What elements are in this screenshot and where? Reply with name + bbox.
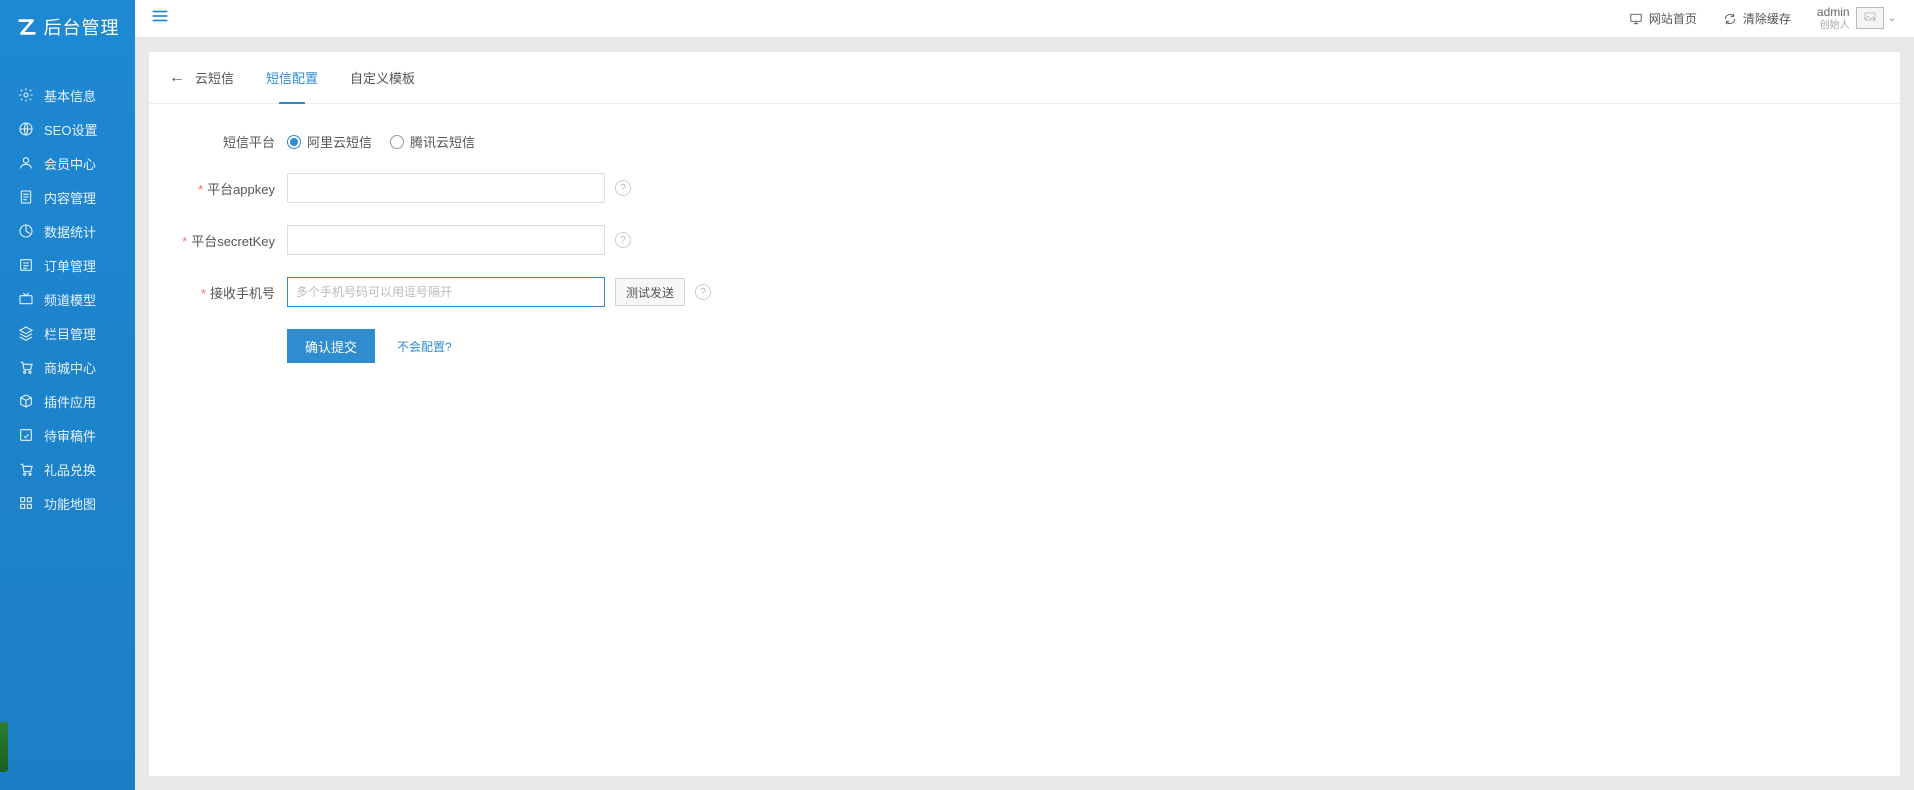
radio-dot-icon xyxy=(287,135,301,149)
form-row-appkey: *平台appkey ? xyxy=(179,173,1870,203)
topbar-clear-cache[interactable]: 清除缓存 xyxy=(1723,10,1791,27)
tab-label: 短信配置 xyxy=(266,68,318,87)
tab-custom-template[interactable]: 自定义模板 xyxy=(334,52,431,104)
radio-label: 腾讯云短信 xyxy=(410,132,475,151)
box-icon xyxy=(18,393,34,409)
content-panel: ← 云短信 短信配置 自定义模板 短信平台 xyxy=(149,52,1900,776)
help-icon[interactable]: ? xyxy=(615,180,631,196)
sidebar-item-label: 内容管理 xyxy=(44,188,96,207)
refresh-icon xyxy=(1723,12,1737,26)
topbar-home-link[interactable]: 网站首页 xyxy=(1629,10,1697,27)
globe-icon xyxy=(18,121,34,137)
sms-config-form: 短信平台 阿里云短信 腾讯云短信 *平台appkey xyxy=(149,104,1900,413)
list-icon xyxy=(18,257,34,273)
sidebar-item-label: 频道模型 xyxy=(44,290,96,309)
topbar-home-label: 网站首页 xyxy=(1649,10,1697,27)
edit-icon xyxy=(18,427,34,443)
sidebar-item-basic-info[interactable]: 基本信息 xyxy=(0,78,135,112)
submit-button[interactable]: 确认提交 xyxy=(287,329,375,363)
sidebar-item-seo[interactable]: SEO设置 xyxy=(0,112,135,146)
radio-aliyun[interactable]: 阿里云短信 xyxy=(287,132,372,151)
sidebar-item-label: 基本信息 xyxy=(44,86,96,105)
grid-icon xyxy=(18,495,34,511)
perf-widget xyxy=(0,722,8,772)
platform-label: 短信平台 xyxy=(179,132,287,151)
sidebar-item-sitemap[interactable]: 功能地图 xyxy=(0,486,135,520)
appkey-label: *平台appkey xyxy=(179,179,287,198)
topbar: 网站首页 清除缓存 admin 创始人 ⌄ xyxy=(135,0,1914,38)
sidebar-item-orders[interactable]: 订单管理 xyxy=(0,248,135,282)
layers-icon xyxy=(18,325,34,341)
hamburger-icon[interactable] xyxy=(145,3,175,34)
chart-icon xyxy=(18,223,34,239)
brand-logo[interactable]: 后台管理 xyxy=(0,0,135,54)
form-row-phone: *接收手机号 测试发送 ? xyxy=(179,277,1870,307)
sidebar-item-label: 会员中心 xyxy=(44,154,96,173)
sidebar-item-content[interactable]: 内容管理 xyxy=(0,180,135,214)
sidebar-item-shop[interactable]: 商城中心 xyxy=(0,350,135,384)
secret-input[interactable] xyxy=(287,225,605,255)
radio-dot-icon xyxy=(390,135,404,149)
sidebar-item-channel[interactable]: 频道模型 xyxy=(0,282,135,316)
test-send-button[interactable]: 测试发送 xyxy=(615,278,685,306)
form-row-secret: *平台secretKey ? xyxy=(179,225,1870,255)
user-role: 创始人 xyxy=(1817,20,1850,32)
phone-input[interactable] xyxy=(287,277,605,307)
panel-tabs: ← 云短信 短信配置 自定义模板 xyxy=(149,52,1900,104)
sidebar: 后台管理 基本信息 SEO设置 会员中心 内容管理 数据统计 xyxy=(0,0,135,790)
sidebar-item-label: 礼品兑换 xyxy=(44,460,96,479)
topbar-clear-cache-label: 清除缓存 xyxy=(1743,10,1791,27)
tab-sms-config[interactable]: 短信配置 xyxy=(250,52,334,104)
sidebar-item-plugins[interactable]: 插件应用 xyxy=(0,384,135,418)
sidebar-item-label: 订单管理 xyxy=(44,256,96,275)
radio-label: 阿里云短信 xyxy=(307,132,372,151)
topbar-user-menu[interactable]: admin 创始人 ⌄ xyxy=(1817,6,1896,31)
brand-text: 后台管理 xyxy=(44,14,120,40)
sidebar-item-label: 商城中心 xyxy=(44,358,96,377)
avatar xyxy=(1856,7,1884,29)
help-icon[interactable]: ? xyxy=(695,284,711,300)
radio-tencent[interactable]: 腾讯云短信 xyxy=(390,132,475,151)
form-row-platform: 短信平台 阿里云短信 腾讯云短信 xyxy=(179,132,1870,151)
gift-cart-icon xyxy=(18,461,34,477)
logo-icon xyxy=(16,16,38,38)
sidebar-item-gift[interactable]: 礼品兑换 xyxy=(0,452,135,486)
user-icon xyxy=(18,155,34,171)
user-name: admin xyxy=(1817,6,1850,20)
appkey-input[interactable] xyxy=(287,173,605,203)
secret-label: *平台secretKey xyxy=(179,231,287,250)
form-row-submit: 确认提交 不会配置? xyxy=(179,329,1870,363)
back-arrow-icon[interactable]: ← xyxy=(169,69,185,87)
sidebar-item-label: 功能地图 xyxy=(44,494,96,513)
sidebar-item-label: 数据统计 xyxy=(44,222,96,241)
chevron-down-icon: ⌄ xyxy=(1888,13,1896,24)
gear-icon xyxy=(18,87,34,103)
tv-icon xyxy=(18,291,34,307)
phone-label: *接收手机号 xyxy=(179,283,287,302)
tab-label: 自定义模板 xyxy=(350,68,415,87)
sidebar-item-label: 插件应用 xyxy=(44,392,96,411)
help-icon[interactable]: ? xyxy=(615,232,631,248)
sidebar-item-label: 待审稿件 xyxy=(44,426,96,445)
sidebar-item-pending[interactable]: 待审稿件 xyxy=(0,418,135,452)
sidebar-item-stats[interactable]: 数据统计 xyxy=(0,214,135,248)
monitor-icon xyxy=(1629,12,1643,26)
sidebar-item-label: 栏目管理 xyxy=(44,324,96,343)
sidebar-nav: 基本信息 SEO设置 会员中心 内容管理 数据统计 订单管理 xyxy=(0,54,135,790)
breadcrumb: 云短信 xyxy=(195,52,250,104)
breadcrumb-label: 云短信 xyxy=(195,68,234,87)
help-link[interactable]: 不会配置? xyxy=(397,338,452,355)
sidebar-item-label: SEO设置 xyxy=(44,120,97,139)
sidebar-item-category[interactable]: 栏目管理 xyxy=(0,316,135,350)
sidebar-item-member[interactable]: 会员中心 xyxy=(0,146,135,180)
cart-icon xyxy=(18,359,34,375)
document-icon xyxy=(18,189,34,205)
